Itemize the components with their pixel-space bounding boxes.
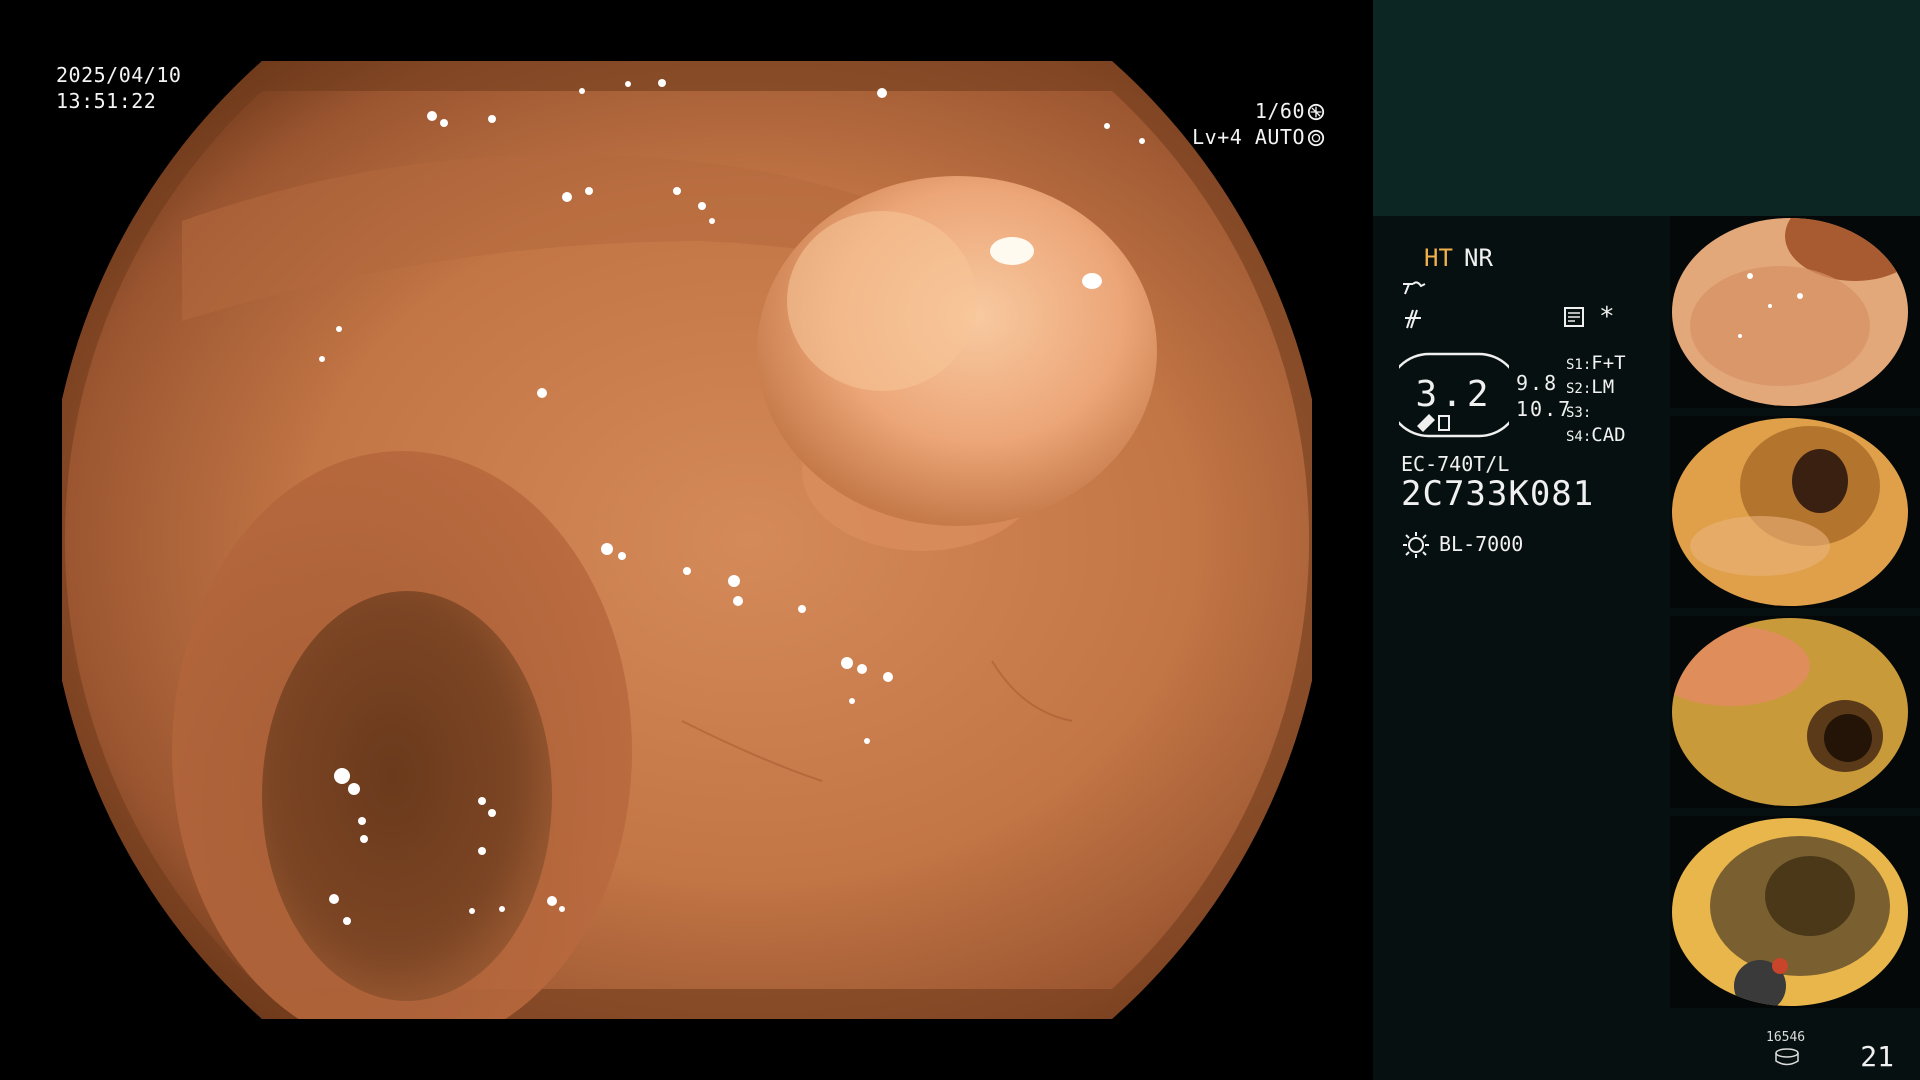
main-endoscope-view: 2025/04/10 13:51:22 1/60 Lv+4 AUTO bbox=[0, 0, 1373, 1080]
zoom-aux-1: 9.8 bbox=[1516, 371, 1559, 395]
nr-indicator: NR bbox=[1464, 244, 1493, 272]
scope-serial: 2C733K081 bbox=[1401, 474, 1595, 514]
brightness-level: Lv+4 bbox=[1192, 125, 1243, 149]
structure-enhance-icon bbox=[1403, 281, 1426, 295]
iris-mode: AUTO bbox=[1254, 125, 1305, 149]
captured-thumbnail[interactable] bbox=[1670, 216, 1920, 408]
side-panel-header-area bbox=[1373, 0, 1920, 216]
side-panel: HT NR * 3.2 9.8 10.7 S1:F+T S2:LM S3: S4… bbox=[1373, 0, 1920, 1080]
date-time-overlay: 2025/04/10 13:51:22 bbox=[56, 62, 181, 114]
switch-s3: S3: bbox=[1566, 405, 1592, 421]
iris-row: Lv+4 AUTO bbox=[1192, 124, 1325, 150]
endoscopic-image bbox=[62, 61, 1312, 1019]
exposure-overlay: 1/60 Lv+4 AUTO bbox=[1192, 98, 1325, 150]
shutter-row: 1/60 bbox=[1192, 98, 1325, 124]
memo-icon bbox=[1564, 307, 1584, 327]
switch-s1: S1:F+T bbox=[1566, 352, 1626, 374]
image-count: 21 bbox=[1860, 1040, 1894, 1073]
light-source-model: BL-7000 bbox=[1439, 532, 1524, 556]
captured-thumbnail[interactable] bbox=[1670, 616, 1920, 808]
asterisk-indicator: * bbox=[1599, 302, 1615, 332]
captured-thumbnails bbox=[1670, 216, 1920, 1016]
storage-count: 16546 bbox=[1766, 1030, 1806, 1045]
date-text: 2025/04/10 bbox=[56, 63, 182, 87]
scope-tip-icon bbox=[1417, 414, 1450, 432]
switch-s2: S2:LM bbox=[1566, 376, 1615, 398]
scope-model: EC-740T/L bbox=[1401, 452, 1510, 476]
storage-disk-icon bbox=[1775, 1048, 1799, 1066]
shutter-icon bbox=[1307, 103, 1325, 121]
zoom-value: 3.2 bbox=[1415, 374, 1493, 415]
switch-s4: S4:CAD bbox=[1566, 424, 1626, 446]
captured-thumbnail[interactable] bbox=[1670, 416, 1920, 608]
iris-icon bbox=[1307, 129, 1325, 147]
color-enhance-icon bbox=[1405, 309, 1421, 329]
shutter-speed: 1/60 bbox=[1254, 99, 1305, 123]
ht-indicator: HT bbox=[1424, 244, 1453, 272]
settings-info-area: HT NR * 3.2 9.8 10.7 S1:F+T S2:LM S3: S4… bbox=[1373, 216, 1670, 1080]
time-text: 13:51:22 bbox=[56, 89, 157, 113]
zoom-aux-2: 10.7 bbox=[1516, 397, 1573, 421]
light-source-icon bbox=[1403, 532, 1429, 558]
captured-thumbnail[interactable] bbox=[1670, 816, 1920, 1008]
